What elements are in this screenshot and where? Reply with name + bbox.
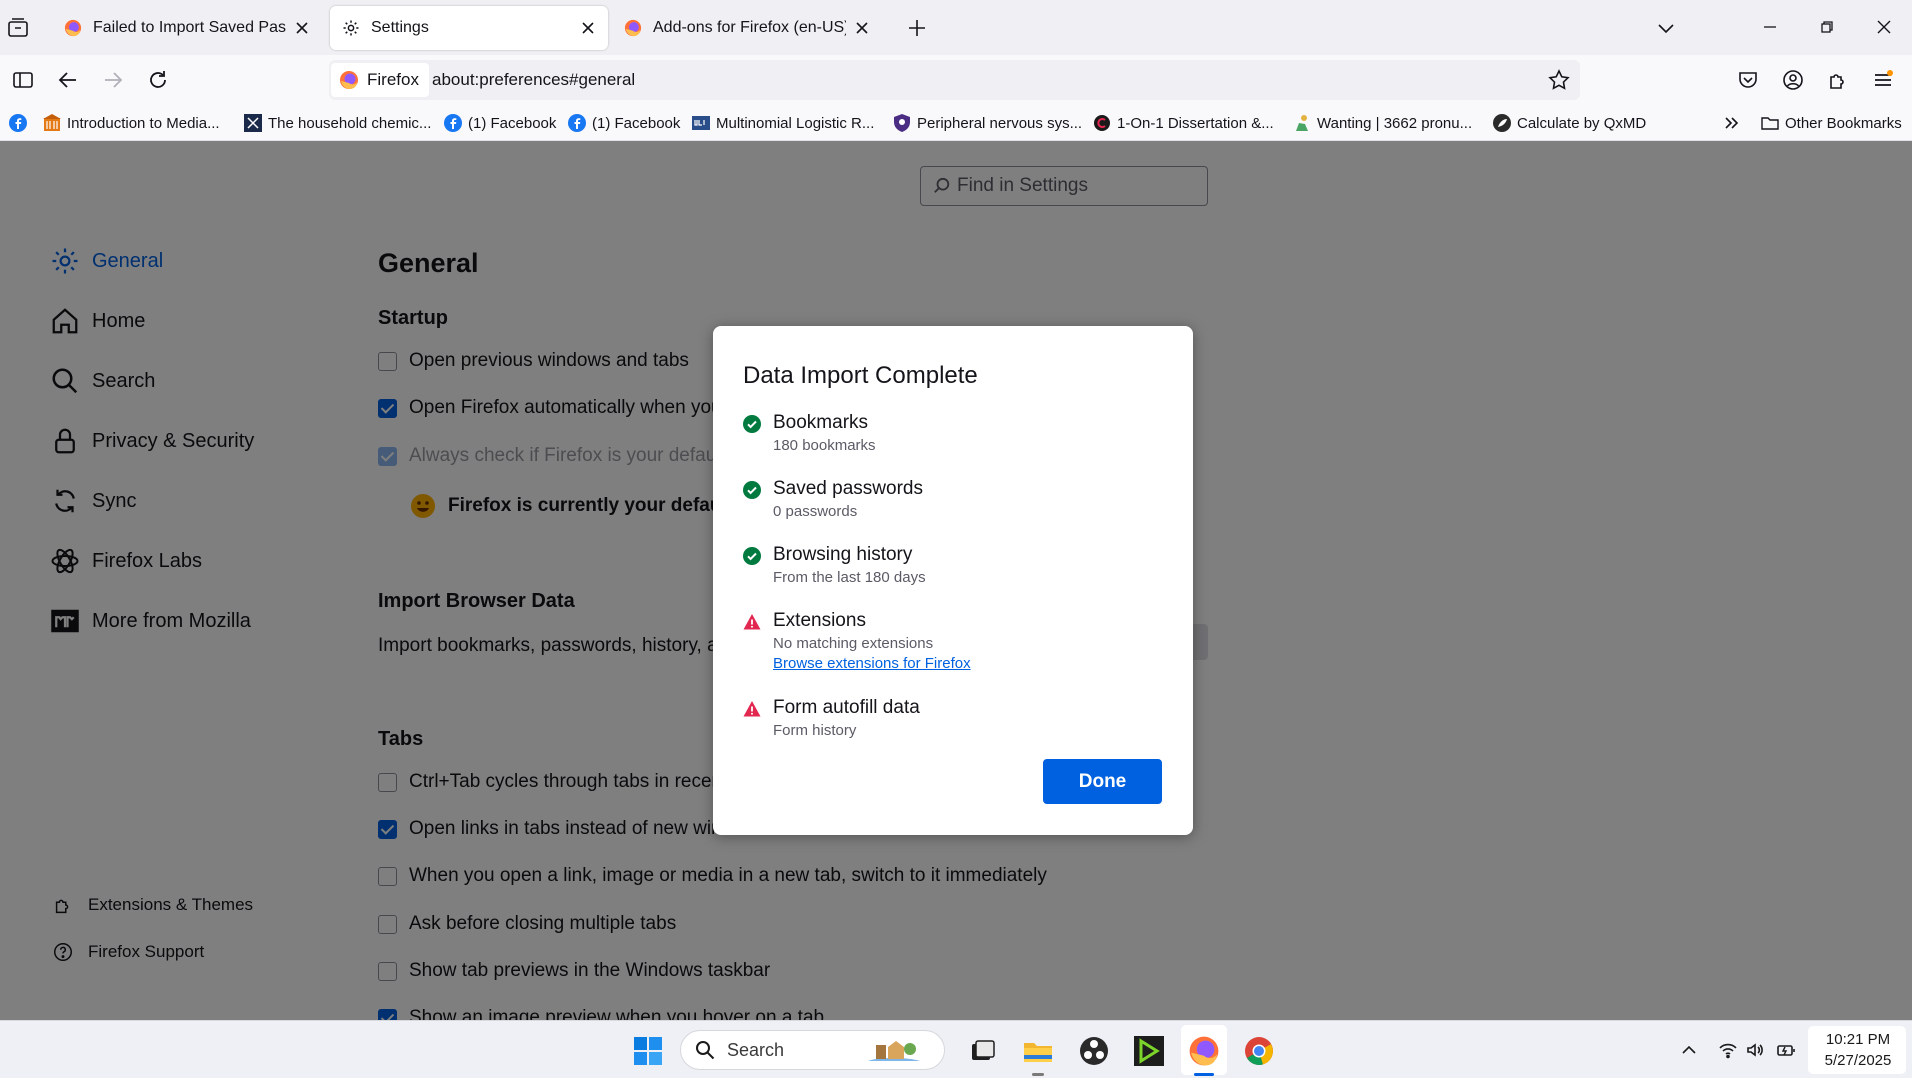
firefox-taskbar-icon[interactable] (1188, 1035, 1220, 1067)
warning-icon (743, 614, 761, 630)
tab-strip: Failed to Import Saved Passwor Settings … (0, 0, 1912, 55)
chevron-down-icon[interactable] (1655, 18, 1677, 38)
tab-list-icon[interactable] (6, 16, 30, 40)
tab-title: Add-ons for Firefox (en-US) (653, 19, 846, 36)
account-icon[interactable] (1781, 68, 1805, 92)
bookmarks-toolbar: Introduction to Media... The household c… (0, 105, 1912, 141)
search-icon (696, 1041, 715, 1060)
check-circle-icon (743, 481, 761, 499)
battery-icon[interactable] (1776, 1040, 1796, 1060)
windows-taskbar: Search 10:21 PM 5/27/2025 (0, 1020, 1912, 1078)
check-circle-icon (743, 415, 761, 433)
dialog-title: Data Import Complete (743, 362, 978, 389)
tab-title: Settings (371, 19, 429, 36)
chrome-icon[interactable] (1243, 1035, 1275, 1067)
app-green-arrow-icon[interactable] (1133, 1035, 1165, 1067)
tab-settings[interactable]: Settings (330, 6, 608, 50)
window-close-icon[interactable] (1872, 15, 1896, 39)
warning-icon (743, 701, 761, 717)
folder-icon (1761, 117, 1779, 130)
check-circle-icon (743, 547, 761, 565)
shield-icon (894, 114, 910, 132)
bookmark-item[interactable]: (1) Facebook (443, 112, 556, 134)
sidebar-icon[interactable] (11, 68, 35, 92)
file-explorer-icon[interactable] (1022, 1035, 1054, 1067)
identity-box[interactable]: Firefox (331, 63, 429, 97)
tray-chevron-up-icon[interactable] (1679, 1040, 1699, 1060)
browse-extensions-link[interactable]: Browse extensions for Firefox (773, 655, 971, 672)
bookmark-item[interactable]: The household chemic... (243, 112, 431, 134)
bookmark-item[interactable]: Wanting | 3662 pronu... (1292, 112, 1472, 134)
firefox-icon (340, 71, 358, 89)
building-icon (43, 114, 61, 131)
running-indicator (1032, 1073, 1044, 1076)
bookmark-item[interactable]: (1) Facebook (567, 112, 680, 134)
menu-hamburger-icon[interactable] (1871, 68, 1895, 92)
facebook-icon (568, 114, 586, 132)
wifi-icon[interactable] (1718, 1040, 1738, 1060)
tab-import-passwords[interactable]: Failed to Import Saved Passwor (52, 6, 322, 50)
firefox-icon (64, 19, 82, 37)
windows-start-icon[interactable] (632, 1035, 664, 1067)
url-text[interactable]: about:preferences#general (432, 70, 635, 90)
obs-studio-icon[interactable] (1078, 1035, 1110, 1067)
bookmark-star-icon[interactable] (1547, 68, 1571, 92)
task-view-icon[interactable] (966, 1035, 998, 1067)
site-logo-icon (1094, 115, 1110, 131)
data-import-complete-dialog: Data Import Complete Bookmarks 180 bookm… (713, 326, 1193, 835)
bookmark-item[interactable]: Introduction to Media... (42, 112, 220, 134)
navigation-toolbar: Firefox about:preferences#general (0, 55, 1912, 105)
bookmark-item[interactable]: Multinomial Logistic R... (691, 112, 874, 134)
gear-icon (343, 20, 359, 36)
reload-icon[interactable] (146, 68, 170, 92)
extensions-puzzle-icon[interactable] (1826, 68, 1850, 92)
bookmark-item[interactable]: Calculate by QxMD (1492, 112, 1646, 134)
restore-icon[interactable] (1815, 15, 1839, 39)
facebook-icon (9, 114, 27, 132)
minimize-icon[interactable] (1758, 15, 1782, 39)
new-tab-plus-icon[interactable] (906, 17, 928, 39)
active-indicator (1194, 1073, 1214, 1076)
speaker-icon[interactable] (1745, 1040, 1765, 1060)
clock[interactable]: 10:21 PM 5/27/2025 (1810, 1029, 1906, 1071)
done-button[interactable]: Done (1043, 759, 1162, 804)
bookmark-item[interactable] (8, 112, 33, 134)
site-logo-icon (244, 114, 262, 132)
other-bookmarks[interactable]: Other Bookmarks (1760, 112, 1902, 134)
bookmark-item[interactable]: 1-On-1 Dissertation &... (1092, 112, 1274, 134)
ucla-logo-icon (692, 116, 710, 130)
close-icon[interactable] (854, 20, 870, 36)
site-logo-icon (1493, 114, 1511, 132)
bookmarks-overflow-chevron-icon[interactable] (1722, 112, 1742, 134)
url-bar[interactable]: Firefox about:preferences#general (329, 60, 1580, 100)
close-icon[interactable] (580, 20, 596, 36)
tab-addons[interactable]: Add-ons for Firefox (en-US) (612, 6, 882, 50)
facebook-icon (444, 114, 462, 132)
person-icon (1296, 115, 1308, 131)
firefox-icon (624, 19, 642, 37)
forward-arrow-icon[interactable] (101, 68, 125, 92)
tab-title: Failed to Import Saved Passwor (93, 19, 286, 36)
pocket-icon[interactable] (1736, 68, 1760, 92)
bookmark-item[interactable]: Peripheral nervous sys... (892, 112, 1082, 134)
close-icon[interactable] (294, 20, 310, 36)
back-arrow-icon[interactable] (56, 68, 80, 92)
search-highlight-illustration-icon (868, 1041, 920, 1061)
taskbar-search-box[interactable]: Search (680, 1030, 945, 1070)
identity-label: Firefox (367, 70, 419, 89)
